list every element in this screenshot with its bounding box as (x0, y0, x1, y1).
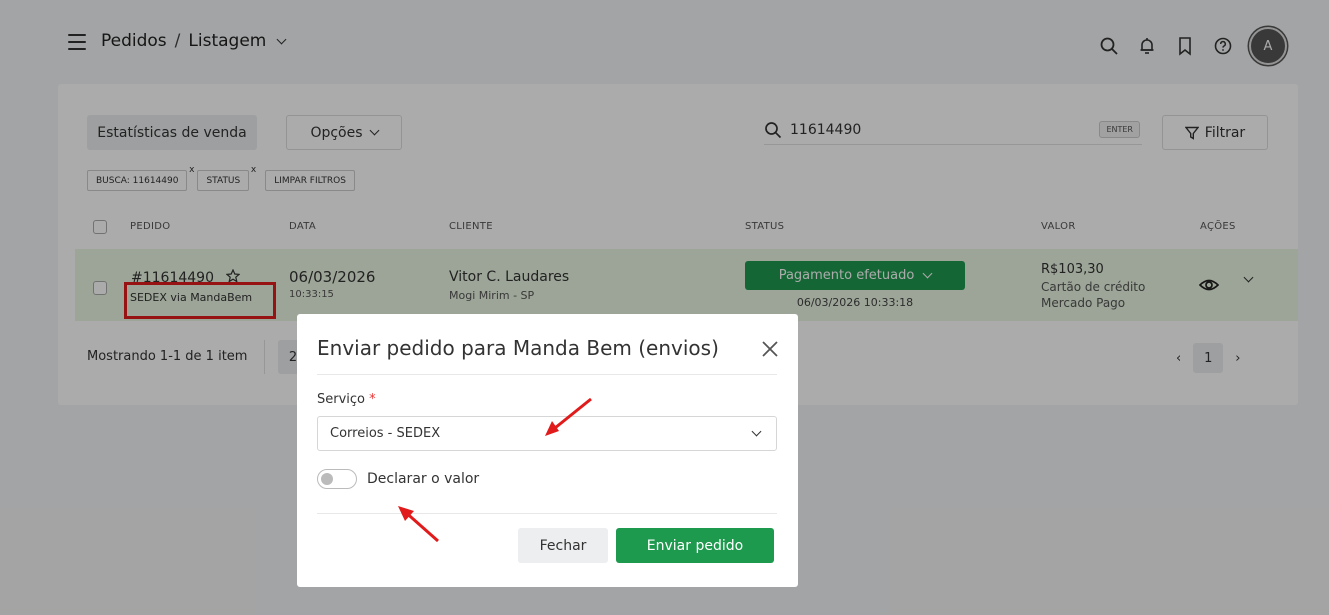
chevron-down-icon (751, 426, 762, 437)
declare-value-row: Declarar o valor (317, 469, 479, 489)
service-label-text: Serviço (317, 392, 366, 407)
send-order-button[interactable]: Enviar pedido (616, 528, 774, 563)
toggle-knob (321, 473, 333, 485)
send-order-modal: Enviar pedido para Manda Bem (envios) Se… (297, 314, 798, 587)
modal-header-divider (317, 374, 777, 375)
modal-footer-divider (317, 513, 777, 514)
service-label: Serviço * (317, 392, 376, 407)
required-mark: * (369, 392, 376, 407)
close-button[interactable]: Fechar (518, 528, 608, 563)
service-select[interactable]: Correios - SEDEX (317, 416, 777, 451)
modal-title: Enviar pedido para Manda Bem (envios) (317, 336, 719, 360)
declare-value-label: Declarar o valor (367, 471, 480, 487)
declare-value-toggle[interactable] (317, 469, 357, 489)
service-selected-value: Correios - SEDEX (330, 426, 441, 441)
close-icon[interactable] (760, 339, 780, 359)
